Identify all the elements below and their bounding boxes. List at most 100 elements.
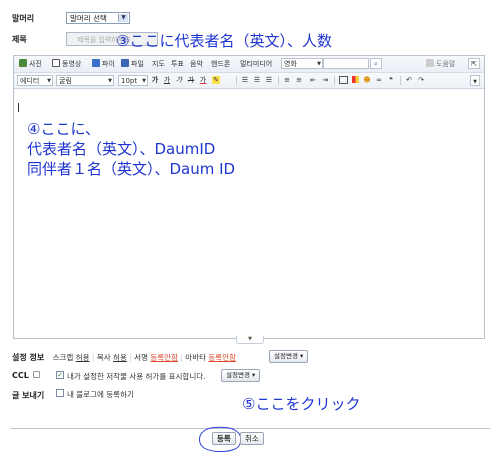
- underline-button[interactable]: 가: [162, 76, 172, 85]
- more-tools-button[interactable]: ▼: [470, 75, 480, 86]
- expand-button[interactable]: ⇱: [468, 58, 480, 69]
- insert-vote-button[interactable]: 투표: [171, 59, 184, 69]
- insert-pie-button[interactable]: 파이: [92, 59, 115, 69]
- emoticon-button[interactable]: ☻: [362, 76, 372, 85]
- font-size-value: 10pt: [121, 77, 138, 85]
- help-button[interactable]: 도움말: [426, 59, 455, 69]
- font-size-select[interactable]: 10pt ▼: [118, 75, 148, 86]
- insert-file-button[interactable]: 파일: [121, 59, 144, 69]
- toolbar-divider: [334, 76, 335, 85]
- toolbar-divider: [400, 76, 401, 85]
- category-select[interactable]: 말머리 선택 ▼: [66, 12, 130, 24]
- copy-value-link[interactable]: 허용: [113, 353, 127, 362]
- align-left-button[interactable]: ☰: [240, 76, 250, 85]
- photo-icon: [19, 59, 27, 67]
- bold-button[interactable]: 가: [150, 76, 160, 85]
- redo-icon: ↷: [418, 76, 424, 84]
- link-icon: ∞: [376, 76, 382, 84]
- help-label: 도움말: [436, 60, 456, 68]
- dictionary-input[interactable]: [323, 58, 369, 69]
- chevron-down-icon: ▼: [142, 78, 146, 84]
- dictionary-select-value: 영화: [284, 60, 297, 68]
- send-blog-text: 내 블로그에 등록하기: [67, 390, 134, 399]
- send-label: 글 보내기: [12, 391, 45, 400]
- editor-toolbar-format: 에디터 ▼ 굴림 ▼ 10pt ▼ 가 가 가 가 가 ✎ ☰ ☰ ☰ ≡ ≡ …: [14, 73, 484, 89]
- align-right-icon: ☰: [265, 76, 273, 84]
- scrap-label: 스크랩: [52, 353, 74, 362]
- scrap-value-link[interactable]: 허용: [76, 353, 90, 362]
- cancel-label: 취소: [245, 434, 259, 443]
- font-family-select[interactable]: 굴림 ▼: [56, 75, 114, 86]
- annotation-body-line2: 代表者名（英文）、DaumID: [27, 140, 216, 158]
- color-table-button[interactable]: [350, 76, 360, 85]
- ccl-label: CCL: [12, 371, 29, 380]
- redo-button[interactable]: ↷: [416, 76, 426, 85]
- sign-label: 서명: [134, 353, 148, 362]
- toolbar-divider: [278, 76, 279, 85]
- insert-handphone-button[interactable]: 핸드폰: [211, 59, 230, 69]
- bullet-list-button[interactable]: ≡: [294, 76, 304, 85]
- settings-change-button[interactable]: 설정변경 ▾: [269, 350, 309, 363]
- insert-multimedia-button[interactable]: 멀티미디어: [240, 59, 272, 69]
- table-icon: [338, 76, 348, 84]
- file-icon: [121, 59, 129, 67]
- editor-mode-value: 에디터: [20, 77, 40, 85]
- dictionary-select[interactable]: 영화 ▼: [281, 58, 323, 69]
- annotation-body-line3: 同伴者１名（英文）、Daum ID: [27, 160, 236, 178]
- annotation-click-note: ⑤ここをクリック: [242, 395, 361, 413]
- insert-music-button[interactable]: 음악: [190, 59, 203, 69]
- annotation-body-line1: ④ここに、: [27, 120, 100, 138]
- checkmark-icon: ✓: [57, 371, 63, 379]
- editor-body[interactable]: ④ここに、 代表者名（英文）、DaumID 同伴者１名（英文）、Daum ID: [15, 89, 483, 337]
- submit-button[interactable]: 등록: [212, 432, 236, 445]
- insert-pie-label: 파이: [102, 60, 115, 68]
- align-center-button[interactable]: ☰: [252, 76, 262, 85]
- ccl-checkbox[interactable]: ✓: [56, 371, 64, 379]
- send-blog-checkbox[interactable]: [56, 389, 64, 397]
- italic-button[interactable]: 가: [174, 76, 184, 85]
- text-color-button[interactable]: 가: [198, 76, 208, 85]
- quote-button[interactable]: ❝: [386, 76, 396, 85]
- numbered-list-button[interactable]: ≡: [282, 76, 292, 85]
- toolbar-divider: [236, 76, 237, 85]
- dictionary-search-button[interactable]: ⌕: [370, 58, 382, 69]
- avatar-value-link[interactable]: 등록안함: [208, 353, 236, 362]
- sign-value-link[interactable]: 등록안함: [150, 353, 178, 362]
- strikethrough-button[interactable]: 가: [186, 76, 196, 85]
- link-button[interactable]: ∞: [374, 76, 384, 85]
- ccl-change-button[interactable]: 설정변경 ▾: [221, 369, 261, 382]
- settings-row: 설정 정보 스크랩 허용 | 복사 허용 | 서명 등록안함 | 아바타 등록안…: [12, 353, 236, 362]
- grid-icon: [92, 59, 100, 67]
- table-button[interactable]: [338, 76, 348, 85]
- outdent-button[interactable]: ⇤: [308, 76, 318, 85]
- emoticon-icon: ☻: [363, 76, 371, 84]
- outdent-icon: ⇤: [310, 76, 316, 84]
- expand-icon: ⇱: [471, 60, 477, 68]
- cancel-button[interactable]: 취소: [240, 432, 264, 445]
- submit-label: 등록: [217, 434, 231, 443]
- highlight-color-button[interactable]: ✎: [211, 76, 221, 85]
- help-icon: [426, 59, 434, 67]
- category-select-value: 말머리 선택: [70, 14, 107, 23]
- insert-photo-button[interactable]: 사진: [19, 59, 42, 69]
- editor-resize-handle[interactable]: ▼: [236, 336, 264, 344]
- align-center-icon: ☰: [253, 76, 261, 84]
- insert-map-button[interactable]: 지도: [152, 59, 165, 69]
- video-icon: [52, 59, 60, 67]
- undo-icon: ↶: [406, 76, 412, 84]
- quote-icon: ❝: [389, 76, 393, 84]
- align-right-button[interactable]: ☰: [264, 76, 274, 85]
- align-left-icon: ☰: [241, 76, 249, 84]
- insert-video-button[interactable]: 동영상: [52, 59, 81, 69]
- indent-button[interactable]: ⇥: [320, 76, 330, 85]
- indent-icon: ⇥: [322, 76, 328, 84]
- ccl-icon: [33, 371, 40, 378]
- chevron-down-icon: ▼: [118, 14, 128, 22]
- ccl-text: 내가 설정한 저작물 사용 허가를 표시합니다.: [67, 372, 206, 381]
- text-cursor: [18, 103, 19, 112]
- chevron-down-icon: ▼: [108, 78, 112, 84]
- copy-label: 복사: [96, 353, 111, 362]
- undo-button[interactable]: ↶: [404, 76, 414, 85]
- title-label: 제목: [12, 35, 27, 44]
- editor-mode-select[interactable]: 에디터 ▼: [17, 75, 53, 86]
